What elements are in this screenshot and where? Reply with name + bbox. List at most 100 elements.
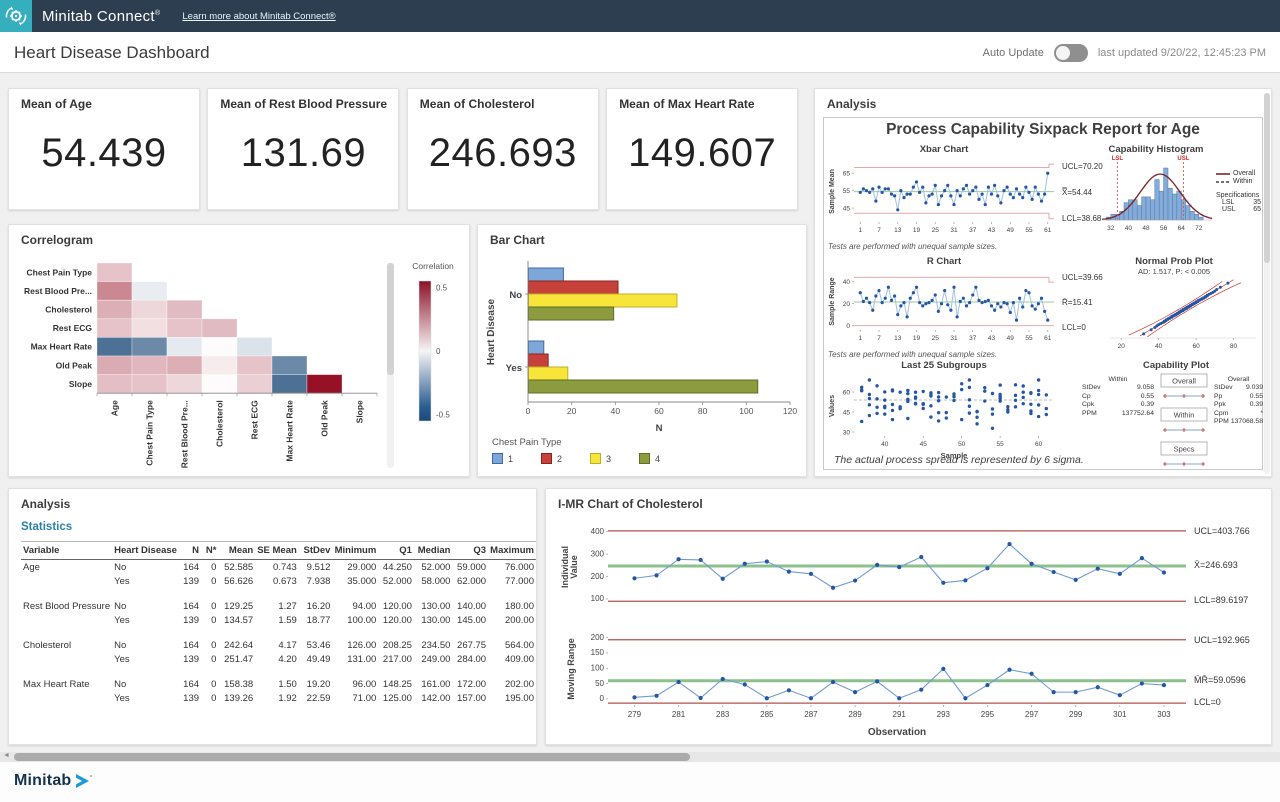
kpi-value: 54.439 (9, 131, 199, 176)
svg-text:30: 30 (843, 429, 851, 436)
stats-col-header: Variable (21, 542, 112, 560)
svg-text:45: 45 (843, 409, 851, 416)
kpi-label: Mean of Cholesterol (420, 97, 535, 111)
panel-title: Analysis (827, 97, 876, 111)
svg-text:Sample Range: Sample Range (829, 277, 836, 325)
imr-center-label: X̄=246.693 (1194, 560, 1238, 570)
stats-col-header: Q3 (452, 542, 488, 560)
table-row: Max Heart RateNo1640158.381.5019.2096.00… (21, 677, 536, 691)
svg-text:Rest Blood Pre...: Rest Blood Pre... (180, 400, 190, 468)
svg-text:Within: Within (1174, 411, 1195, 420)
svg-text:279: 279 (628, 710, 642, 719)
panel-scrollbar[interactable] (1264, 93, 1270, 474)
legend-item[interactable]: 3 (590, 453, 611, 464)
svg-text:61: 61 (1044, 227, 1052, 234)
svg-text:0: 0 (600, 694, 605, 703)
svg-text:Sample Mean: Sample Mean (829, 169, 836, 214)
svg-text:Values: Values (829, 395, 836, 417)
r-center-label: R̄=15.41 (1062, 298, 1092, 307)
svg-text:295: 295 (981, 710, 995, 719)
imr-lcl-label: LCL=89.6197 (1194, 595, 1248, 605)
capability-histogram: LSLUSL324048566472 (1096, 154, 1216, 246)
imr-chart-panel: I-MR Chart of Cholesterol IndividualValu… (545, 488, 1272, 745)
statistics-table: VariableHeart DiseaseNN*MeanSE MeanStDev… (21, 541, 536, 705)
svg-text:43: 43 (988, 227, 996, 234)
svg-text:60: 60 (1192, 343, 1200, 350)
histogram-legend: OverallWithinSpecificationsLSL35USL65 (1216, 170, 1264, 213)
capplot-title: Capability Plot (1096, 360, 1256, 371)
svg-text:301: 301 (1113, 710, 1127, 719)
svg-text:7: 7 (877, 227, 881, 234)
svg-text:USL: USL (1177, 156, 1189, 162)
svg-text:60: 60 (1035, 441, 1043, 448)
scroll-left-arrow-icon[interactable]: ◄ (3, 752, 10, 759)
svg-text:19: 19 (913, 227, 921, 234)
table-row: Yes139056.6260.6737.93835.00052.00058.00… (21, 574, 536, 588)
svg-text:60: 60 (843, 389, 851, 396)
svg-text:Correlation: Correlation (412, 261, 454, 271)
bar-chart-panel: Bar Chart 020406080100120NNoYesHeart Dis… (477, 224, 807, 477)
minitab-footer-logo[interactable]: Minitab (14, 772, 93, 790)
horizontal-scrollbar-thumb[interactable] (14, 753, 690, 761)
legend-item[interactable]: 4 (639, 453, 660, 464)
svg-text:293: 293 (937, 710, 951, 719)
svg-text:Age: Age (110, 400, 120, 416)
panel-title: Bar Chart (490, 233, 545, 247)
svg-text:40: 40 (1155, 343, 1163, 350)
capplot-within-stats: WithinStDev9.058Cp0.55Cpk0.39PPM137752.6… (1082, 376, 1154, 418)
svg-text:13: 13 (894, 335, 902, 342)
svg-text:Value: Value (569, 555, 579, 579)
svg-text:50: 50 (958, 441, 966, 448)
svg-text:200: 200 (591, 633, 605, 642)
svg-text:31: 31 (950, 227, 958, 234)
legend-item[interactable]: 2 (541, 453, 562, 464)
svg-text:100: 100 (739, 406, 753, 416)
svg-text:50: 50 (595, 679, 604, 688)
r-chart-title: R Chart (834, 256, 1054, 267)
svg-text:0: 0 (526, 406, 531, 416)
kpi-value: 246.693 (408, 131, 598, 176)
legend-item[interactable]: 1 (492, 453, 513, 464)
stats-col-header: Mean (218, 542, 255, 560)
kpi-card: Mean of Rest Blood Pressure131.69 (207, 88, 399, 210)
stats-col-header: N* (201, 542, 218, 560)
svg-text:0: 0 (436, 347, 441, 356)
svg-text:Old Peak: Old Peak (56, 360, 93, 370)
auto-update-label: Auto Update (983, 47, 1044, 59)
svg-text:Chest Pain Type: Chest Pain Type (27, 267, 93, 277)
kpi-label: Mean of Age (21, 97, 92, 111)
svg-text:1: 1 (858, 227, 862, 234)
svg-text:31: 31 (950, 335, 958, 342)
svg-text:Slope: Slope (69, 379, 92, 389)
registered-mark: ® (155, 10, 160, 17)
page-title: Heart Disease Dashboard (14, 43, 210, 63)
observation-axis-label: Observation (777, 727, 1017, 738)
minitab-connect-logo-icon[interactable] (0, 0, 32, 32)
minitab-arrow-icon (75, 773, 93, 789)
bar-legend: 1 2 3 4 (492, 453, 660, 464)
xbar-chart: Sample Mean45556517131925313743495561 (826, 156, 1060, 240)
table-row: Rest Blood PressureNo1640129.251.2716.20… (21, 599, 536, 613)
panel-title: I-MR Chart of Cholesterol (558, 497, 703, 511)
learn-more-link[interactable]: Learn more about Minitab Connect® (182, 11, 335, 22)
last25-subgroups-chart: Values3045604045505560Sample (826, 372, 1060, 464)
svg-text:Yes: Yes (506, 363, 522, 374)
table-row: Yes1390251.474.2049.49131.00217.00249.00… (21, 652, 536, 666)
svg-text:300: 300 (591, 549, 605, 558)
svg-text:40: 40 (843, 279, 851, 286)
svg-text:100: 100 (591, 594, 605, 603)
auto-update-toggle[interactable] (1054, 44, 1088, 62)
svg-text:32: 32 (1107, 225, 1115, 232)
stats-col-header: SE Mean (255, 542, 299, 560)
table-row: Yes1390134.571.5918.77100.00120.00130.00… (21, 613, 536, 627)
svg-text:55: 55 (1025, 335, 1033, 342)
svg-text:Rest Blood Pre...: Rest Blood Pre... (24, 286, 92, 296)
mr-center-label: M̄R̄=59.0596 (1194, 675, 1246, 685)
r-lcl-label: LCL=0 (1062, 323, 1086, 332)
correlogram-scrollbar[interactable] (387, 263, 394, 468)
svg-text:Chest Pain Type: Chest Pain Type (145, 400, 155, 466)
svg-text:55: 55 (997, 441, 1005, 448)
svg-text:400: 400 (591, 527, 605, 536)
svg-text:13: 13 (894, 227, 902, 234)
svg-text:40: 40 (1125, 225, 1133, 232)
